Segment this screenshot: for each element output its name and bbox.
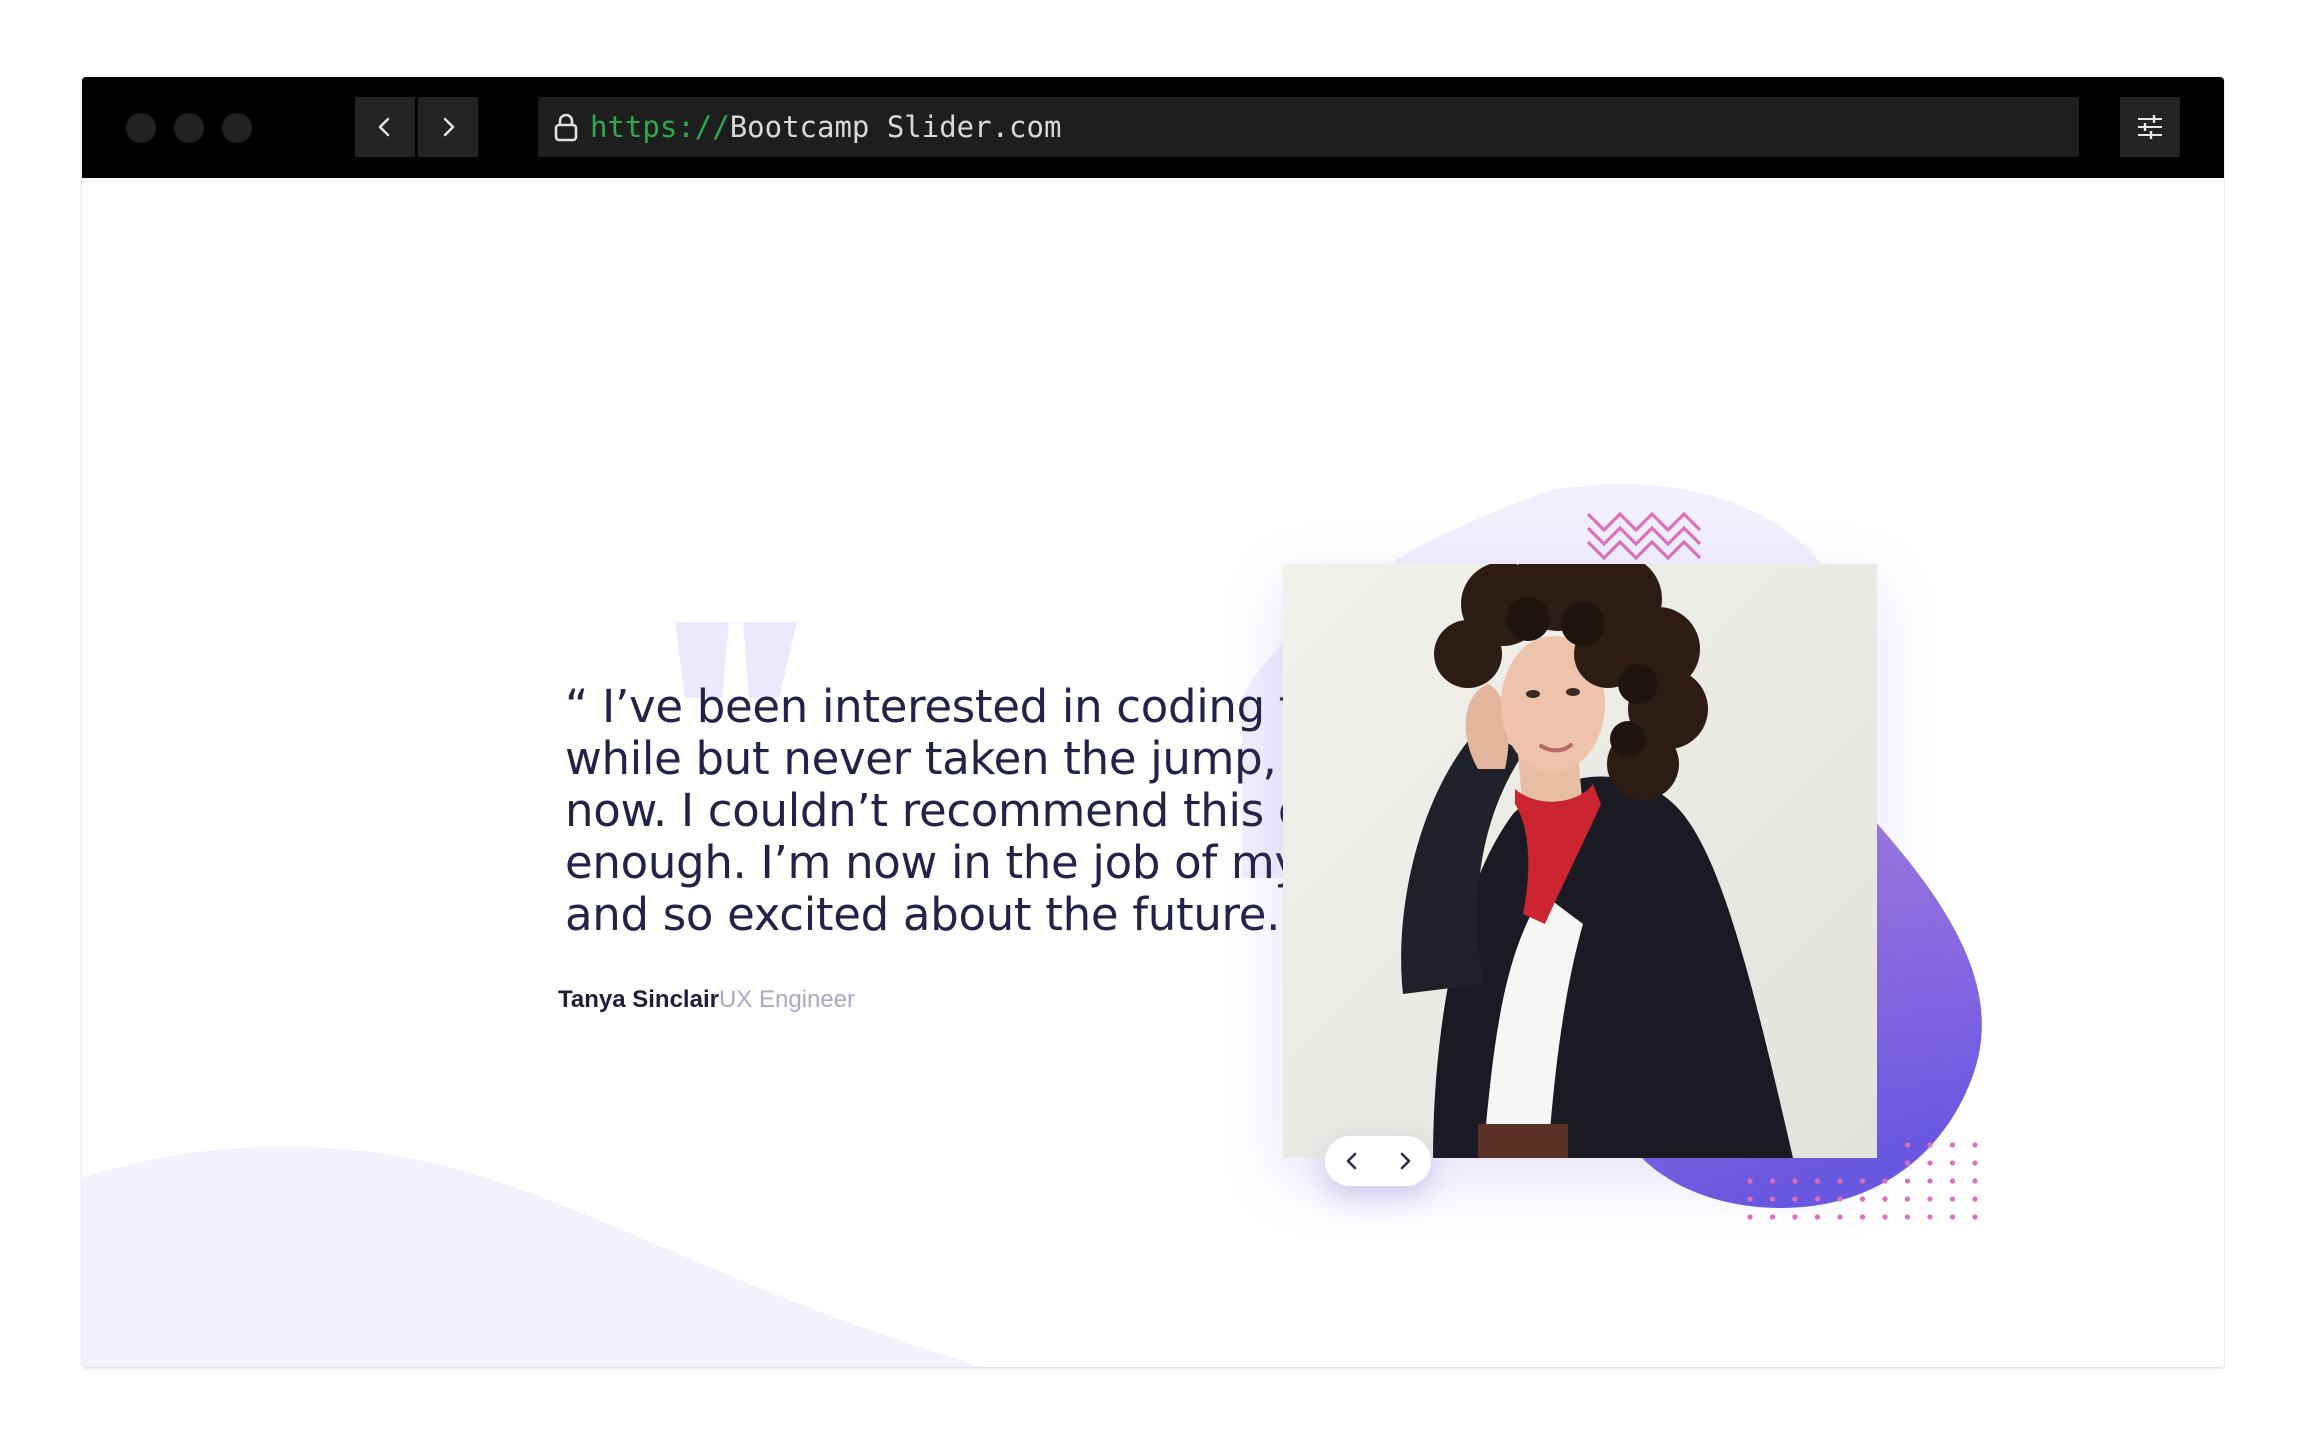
window-close-dot[interactable] (126, 113, 156, 143)
chevron-left-icon (1346, 1152, 1356, 1170)
portrait-image (1283, 564, 1877, 1158)
next-slide-button[interactable] (1378, 1136, 1431, 1186)
lock-icon (554, 113, 578, 142)
author-role: UX Engineer (718, 986, 856, 1013)
url-scheme: https:// (590, 110, 730, 144)
window-maximize-dot[interactable] (222, 113, 252, 143)
slider-navigation (1325, 1136, 1431, 1186)
sliders-icon (2138, 115, 2162, 139)
settings-button[interactable] (2120, 97, 2180, 157)
page-content: “ I’ve been interested in coding for a w… (82, 178, 2224, 1367)
chevron-right-icon (1400, 1152, 1410, 1170)
back-button[interactable] (355, 97, 415, 157)
chevron-right-icon (443, 117, 455, 137)
browser-window: https://Bootcamp Slider.com “ I’ve been … (82, 77, 2224, 1367)
author-name: Tanya Sinclair (558, 986, 719, 1013)
chevron-left-icon (378, 117, 390, 137)
bottom-wave-shape (82, 1146, 982, 1367)
testimonial-photo (1283, 564, 1877, 1158)
url-text: https://Bootcamp Slider.com (590, 97, 1061, 157)
author-info: Tanya SinclairUX Engineer (558, 986, 855, 1014)
address-bar[interactable]: https://Bootcamp Slider.com (538, 97, 2079, 157)
browser-toolbar: https://Bootcamp Slider.com (82, 77, 2224, 178)
url-host: Bootcamp Slider.com (729, 110, 1062, 144)
forward-button[interactable] (418, 97, 478, 157)
previous-slide-button[interactable] (1325, 1136, 1378, 1186)
window-minimize-dot[interactable] (174, 113, 204, 143)
